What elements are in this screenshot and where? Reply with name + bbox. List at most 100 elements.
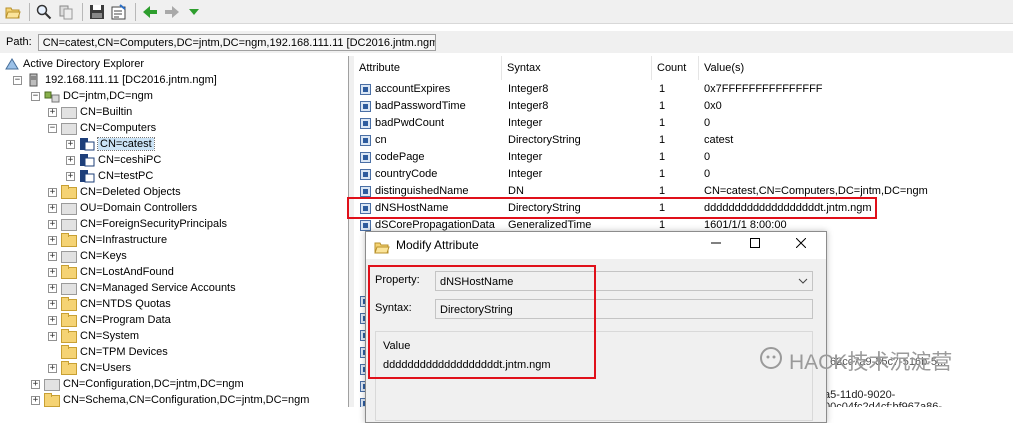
attribute-row[interactable]: badPwdCount Integer 1 0: [354, 115, 1013, 132]
expand-icon[interactable]: +: [48, 267, 57, 277]
expand-icon[interactable]: +: [31, 379, 40, 389]
tree-item-ceshipc[interactable]: + CN=ceshiPC: [66, 152, 161, 168]
dropdown-arrow-icon[interactable]: [184, 2, 204, 22]
attribute-icon: [360, 135, 371, 146]
expand-icon[interactable]: +: [48, 315, 57, 325]
container-icon: [61, 121, 77, 135]
compare-icon[interactable]: [56, 2, 76, 22]
tree-item-foreign[interactable]: + CN=ForeignSecurityPrincipals: [48, 216, 227, 232]
column-header-count[interactable]: Count: [652, 56, 699, 80]
collapse-icon[interactable]: −: [48, 123, 57, 133]
chevron-down-icon[interactable]: [798, 272, 808, 297]
tree-item-tpm[interactable]: CN=TPM Devices: [48, 344, 168, 360]
container-icon: [61, 105, 77, 119]
expand-icon[interactable]: +: [48, 203, 57, 213]
tree-item-managed[interactable]: + CN=Managed Service Accounts: [48, 280, 236, 296]
highlight-box: [368, 265, 596, 379]
tree-item-configuration[interactable]: + CN=Configuration,DC=jntm,DC=ngm: [31, 376, 244, 392]
forward-arrow-icon[interactable]: [162, 2, 182, 22]
folder-icon: [61, 361, 77, 375]
expand-icon[interactable]: +: [48, 187, 57, 197]
expand-icon[interactable]: +: [48, 107, 57, 117]
attribute-row[interactable]: accountExpires Integer8 1 0x7FFFFFFFFFFF…: [354, 81, 1013, 98]
expand-icon[interactable]: +: [66, 155, 75, 165]
dialog-titlebar[interactable]: Modify Attribute: [366, 232, 826, 258]
expand-icon[interactable]: +: [48, 219, 57, 229]
expand-icon[interactable]: +: [48, 331, 57, 341]
tree-item-testpc[interactable]: + CN=testPC: [66, 168, 153, 184]
collapse-icon[interactable]: −: [31, 91, 40, 101]
attribute-value: catest: [704, 134, 734, 146]
tree-item-builtin[interactable]: + CN=Builtin: [48, 104, 132, 120]
toolbar-separator: [82, 2, 83, 21]
tree-label: CN=System: [80, 330, 139, 342]
expand-icon[interactable]: +: [48, 283, 57, 293]
attribute-row[interactable]: cn DirectoryString 1 catest: [354, 132, 1013, 149]
tree-item-schema[interactable]: + CN=Schema,CN=Configuration,DC=jntm,DC=…: [31, 392, 309, 407]
tree-label: Active Directory Explorer: [23, 58, 145, 70]
tree-item-infrastructure[interactable]: + CN=Infrastructure: [48, 232, 167, 248]
tree-label: CN=Configuration,DC=jntm,DC=ngm: [63, 378, 244, 390]
path-bar: Path: CN=catest,CN=Computers,DC=jntm,DC=…: [0, 31, 1013, 53]
tree-item-program-data[interactable]: + CN=Program Data: [48, 312, 171, 328]
tree-item-domain[interactable]: − DC=jntm,DC=ngm: [31, 88, 153, 104]
partial-value-text: a5-11d0-9020-00c04fc2d4cf;bf967a86-: [824, 389, 943, 407]
tree-item-catest[interactable]: + CN=catest: [66, 136, 155, 152]
expand-icon[interactable]: +: [31, 395, 40, 405]
tree-item-ntds[interactable]: + CN=NTDS Quotas: [48, 296, 171, 312]
tree-item-computers[interactable]: − CN=Computers: [48, 120, 156, 136]
attribute-syntax: Integer: [508, 151, 543, 163]
open-icon[interactable]: [3, 2, 23, 22]
expand-icon[interactable]: +: [48, 299, 57, 309]
search-icon[interactable]: [34, 2, 54, 22]
tree-label: CN=Managed Service Accounts: [80, 282, 236, 294]
folder-icon: [61, 345, 77, 359]
attribute-syntax: Integer: [508, 168, 543, 180]
column-header-values[interactable]: Value(s): [699, 56, 1013, 80]
ou-icon: [61, 201, 77, 215]
attribute-name: accountExpires: [375, 83, 451, 95]
toolbar: [0, 0, 1013, 24]
tree-item-users[interactable]: + CN=Users: [48, 360, 131, 376]
expand-icon[interactable]: +: [48, 363, 57, 373]
expand-icon[interactable]: +: [66, 171, 75, 181]
attribute-value: 0: [704, 168, 711, 180]
attribute-row[interactable]: countryCode Integer 1 0: [354, 166, 1013, 183]
attribute-row[interactable]: badPasswordTime Integer8 1 0x0: [354, 98, 1013, 115]
save-icon[interactable]: [87, 2, 107, 22]
tree-label: CN=Users: [80, 362, 132, 374]
tree-item-keys[interactable]: + CN=Keys: [48, 248, 127, 264]
tree-item-server[interactable]: − 192.168.111.11 [DC2016.jntm.ngm]: [13, 72, 217, 88]
tree-item-deleted[interactable]: + CN=Deleted Objects: [48, 184, 181, 200]
attribute-icon: [360, 186, 371, 197]
minimize-icon[interactable]: [701, 232, 731, 258]
tree-item-lostfound[interactable]: + CN=LostAndFound: [48, 264, 174, 280]
attribute-syntax: Integer8: [508, 83, 549, 95]
tree-item-root[interactable]: Active Directory Explorer: [4, 56, 144, 72]
attribute-count: 1: [659, 83, 666, 95]
tree-item-system[interactable]: + CN=System: [48, 328, 139, 344]
expand-icon[interactable]: +: [66, 139, 75, 149]
column-header-attribute[interactable]: Attribute: [354, 56, 502, 80]
watermark-text: HACK技术沉淀营: [789, 351, 953, 374]
expand-icon[interactable]: +: [48, 235, 57, 245]
tree-item-domain-controllers[interactable]: + OU=Domain Controllers: [48, 200, 197, 216]
column-header-syntax[interactable]: Syntax: [502, 56, 652, 80]
computer-icon: [79, 169, 95, 183]
attribute-row[interactable]: codePage Integer 1 0: [354, 149, 1013, 166]
expand-icon[interactable]: +: [48, 251, 57, 261]
properties-icon[interactable]: [109, 2, 129, 22]
tree-label: CN=Schema,CN=Configuration,DC=jntm,DC=ng…: [63, 394, 310, 406]
server-icon: [26, 73, 42, 87]
collapse-icon[interactable]: −: [13, 75, 22, 85]
folder-icon: [61, 313, 77, 327]
close-icon[interactable]: [786, 232, 816, 258]
maximize-icon[interactable]: [740, 232, 770, 258]
back-arrow-icon[interactable]: [140, 2, 160, 22]
wechat-logo-icon: [759, 346, 783, 376]
path-input[interactable]: CN=catest,CN=Computers,DC=jntm,DC=ngm,19…: [37, 33, 436, 51]
computer-icon: [79, 153, 95, 167]
tree-label: CN=ForeignSecurityPrincipals: [80, 218, 228, 230]
attribute-syntax: DirectoryString: [508, 134, 581, 146]
container-icon: [61, 281, 77, 295]
